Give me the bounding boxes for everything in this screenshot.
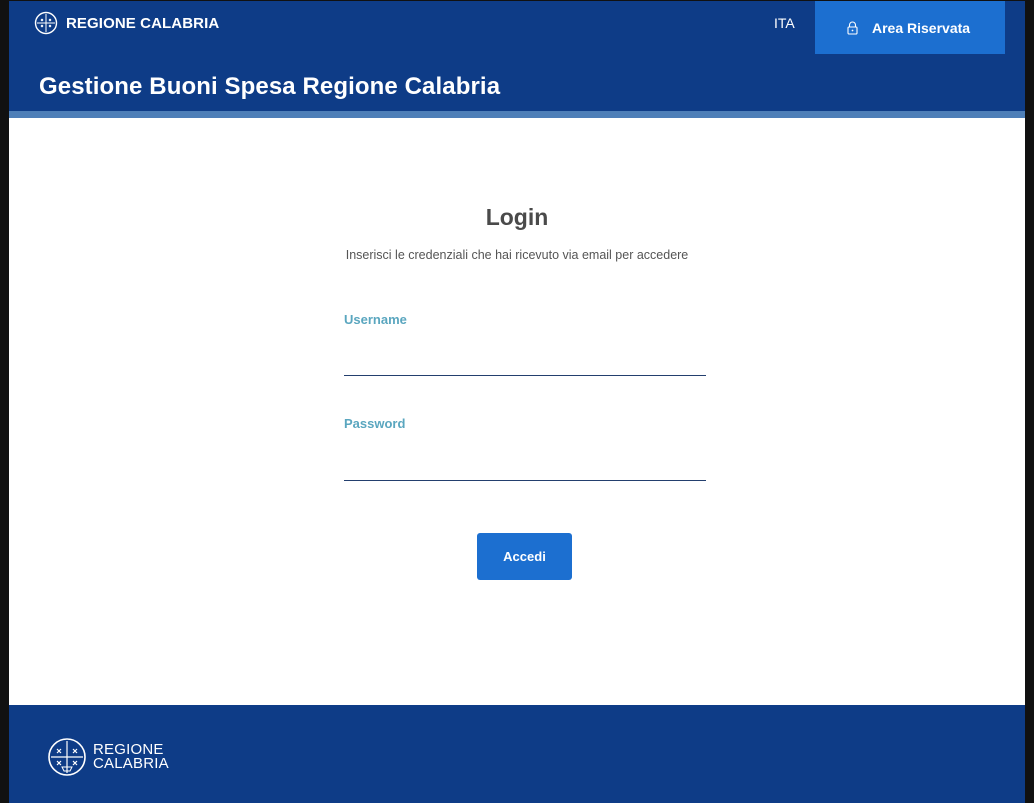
brand-link[interactable]: REGIONE CALABRIA (34, 11, 219, 35)
brand-name: REGIONE CALABRIA (66, 14, 220, 32)
password-input[interactable] (344, 450, 706, 481)
login-section: Login Inserisci le credenziali che hai r… (9, 118, 1025, 705)
username-input[interactable] (344, 345, 706, 376)
area-riservata-button[interactable]: Area Riservata (815, 1, 1005, 54)
site-header: REGIONE CALABRIA ITA Area Riservata Gest… (9, 1, 1025, 118)
login-subtitle: Inserisci le credenziali che hai ricevut… (345, 248, 689, 262)
site-title[interactable]: Gestione Buoni Spesa Regione Calabria (39, 73, 500, 101)
lock-icon (847, 21, 858, 35)
area-riservata-label: Area Riservata (872, 19, 971, 36)
footer-brand-text: REGIONE CALABRIA (93, 742, 169, 772)
login-title: Login (485, 204, 549, 230)
header-stripe (9, 111, 1025, 118)
top-bar: REGIONE CALABRIA ITA Area Riservata (9, 1, 1025, 54)
accedi-button[interactable]: Accedi (477, 533, 572, 580)
site-footer: REGIONE CALABRIA (9, 705, 1025, 803)
language-selector[interactable]: ITA (774, 15, 795, 31)
footer-brand-line2: CALABRIA (93, 755, 169, 772)
password-label: Password (344, 416, 406, 431)
footer-brand[interactable]: REGIONE CALABRIA (47, 737, 169, 777)
page-frame: REGIONE CALABRIA ITA Area Riservata Gest… (0, 0, 1034, 803)
regione-calabria-emblem-icon (47, 737, 87, 777)
username-label: Username (344, 312, 407, 327)
regione-calabria-emblem-icon (34, 11, 58, 35)
